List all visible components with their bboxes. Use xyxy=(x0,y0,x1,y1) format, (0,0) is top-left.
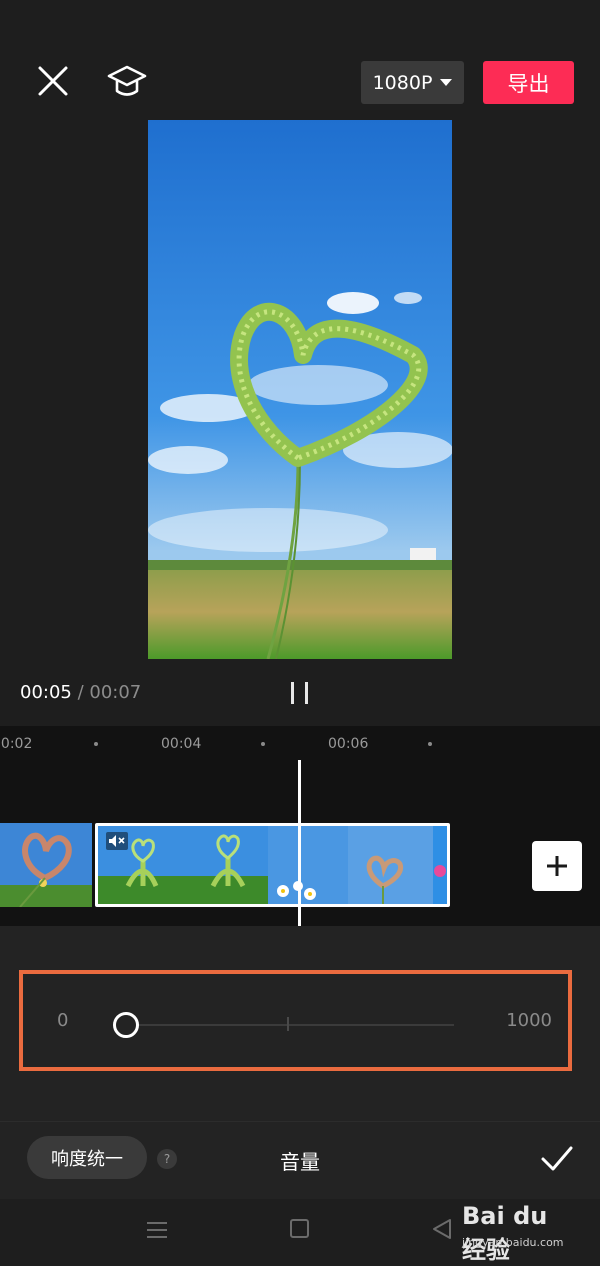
timeline-tick-dot xyxy=(94,742,98,746)
slider-max-label: 1000 xyxy=(506,1010,552,1031)
loudness-normalize-button[interactable]: 响度统一 xyxy=(27,1136,147,1179)
menu-icon[interactable] xyxy=(147,1221,167,1239)
panel-title: 音量 xyxy=(280,1150,320,1174)
timeline[interactable]: 00:02 00:04 00:06 xyxy=(0,726,600,926)
timeline-tick-dot xyxy=(261,742,265,746)
volume-slider-thumb[interactable] xyxy=(113,1012,139,1038)
playhead[interactable] xyxy=(298,760,301,926)
help-icon[interactable]: ? xyxy=(157,1149,177,1169)
current-time: 00:05 xyxy=(20,682,72,703)
volume-slider-midpoint xyxy=(287,1017,289,1031)
playback-time: 00:05 / 00:07 xyxy=(20,682,141,703)
timeline-tick-label: 00:04 xyxy=(161,736,202,752)
bottom-toolbar: 响度统一 ? 音量 xyxy=(0,1121,600,1199)
close-icon[interactable] xyxy=(36,64,70,98)
timeline-tick-label: 00:02 xyxy=(0,736,33,752)
confirm-check-icon[interactable] xyxy=(540,1144,574,1174)
volume-panel: 0 1000 xyxy=(0,926,600,1121)
resolution-dropdown[interactable]: 1080P xyxy=(361,61,464,104)
slider-min-label: 0 xyxy=(57,1010,69,1031)
back-icon[interactable] xyxy=(431,1218,453,1240)
mute-icon[interactable] xyxy=(106,832,128,850)
pause-icon[interactable] xyxy=(287,680,313,706)
graduation-cap-icon[interactable] xyxy=(106,62,148,102)
volume-slider-track[interactable] xyxy=(124,1024,454,1026)
timeline-tick-dot xyxy=(428,742,432,746)
home-icon[interactable] xyxy=(290,1219,309,1238)
resolution-label: 1080P xyxy=(372,71,433,94)
watermark-url: jingyan.baidu.com xyxy=(462,1236,564,1249)
time-separator: / xyxy=(71,682,90,703)
total-time: 00:07 xyxy=(89,682,142,703)
caret-down-icon xyxy=(440,79,453,86)
add-clip-button[interactable] xyxy=(532,841,582,891)
volume-slider-highlight: 0 1000 xyxy=(19,970,572,1071)
export-button[interactable]: 导出 xyxy=(483,61,574,104)
video-clip-previous[interactable] xyxy=(0,823,92,907)
video-preview[interactable] xyxy=(148,120,452,659)
watermark-logo: Bai du 经验 xyxy=(462,1202,548,1264)
timeline-tick-label: 00:06 xyxy=(328,736,369,752)
plus-icon xyxy=(547,856,567,876)
video-editor-screen: 1080P 导出 00:05 / 00:07 0:02 00:04 00:06 … xyxy=(0,0,600,1266)
video-clip-selected[interactable] xyxy=(95,823,450,907)
baidu-jingyan-watermark: Bai du 经验 jingyan.baidu.com xyxy=(458,1200,578,1264)
